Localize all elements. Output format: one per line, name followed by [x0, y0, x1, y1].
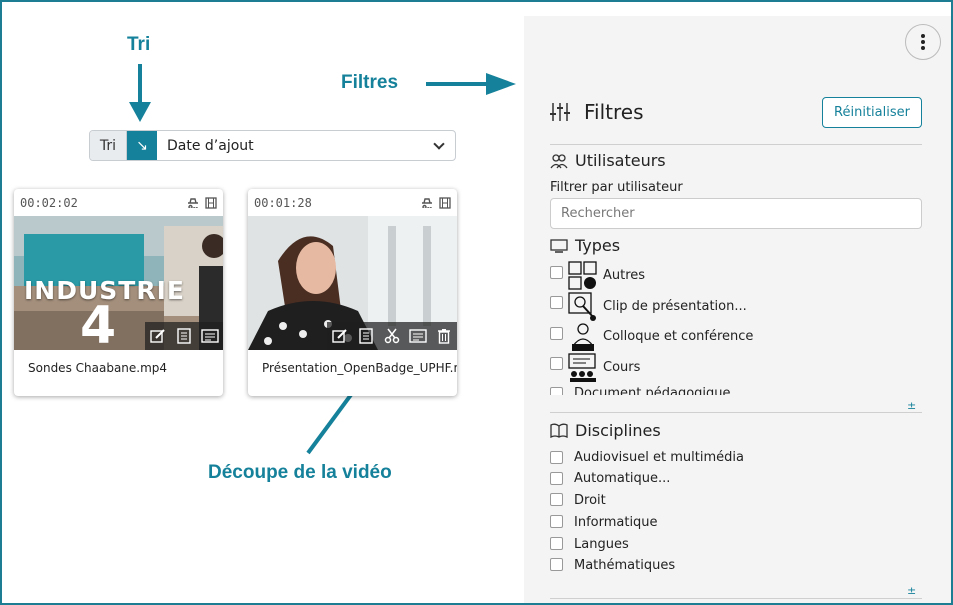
anonymous-icon — [188, 197, 198, 208]
arrow-down-right-icon: ↘ — [136, 137, 148, 154]
sort-control: Tri ↘ Date d’ajout — [89, 130, 456, 161]
video-title[interactable]: Présentation_OpenBadge_UPHF.m — [248, 350, 457, 386]
card-action-bar — [327, 322, 457, 350]
type-label: Autres — [603, 268, 646, 283]
types-section-title: Types — [550, 236, 620, 255]
annotation-arrow-right — [426, 73, 516, 95]
discipline-checkbox[interactable] — [550, 472, 563, 485]
shapes-icon — [568, 261, 597, 290]
divider — [550, 144, 922, 145]
users-filter-label: Filtrer par utilisateur — [550, 180, 683, 195]
type-checkbox[interactable] — [550, 296, 563, 309]
thumbnail-overlay-number: 4 — [80, 296, 117, 350]
video-card[interactable]: 00:02:02 INDUSTRIE 4 Sondes Chaabane.mp4 — [14, 189, 223, 396]
disciplines-section-title: Disciplines — [550, 421, 661, 440]
card-header: 00:02:02 — [14, 189, 223, 216]
divider — [550, 598, 922, 599]
discipline-checkbox[interactable] — [550, 451, 563, 464]
users-section-title: Utilisateurs — [550, 151, 666, 170]
scissors-icon[interactable] — [383, 327, 401, 345]
video-thumbnail[interactable]: INDUSTRIE 4 — [14, 216, 223, 350]
type-label: Cours — [603, 360, 641, 375]
conference-icon — [572, 323, 594, 351]
subtitles-icon[interactable] — [409, 327, 427, 345]
book-icon — [550, 423, 568, 438]
document-icon[interactable] — [357, 327, 375, 345]
discipline-label: Langues — [574, 537, 629, 552]
discipline-label: Audiovisuel et multimédia — [574, 450, 744, 465]
types-expand-button[interactable]: ± — [907, 399, 916, 412]
disciplines-list: Audiovisuel et multimédia Automatique...… — [542, 447, 932, 581]
discipline-label: Mathématiques — [574, 558, 676, 573]
discipline-label: Informatique — [574, 515, 658, 530]
type-checkbox[interactable] — [550, 357, 563, 370]
document-icon[interactable] — [175, 327, 193, 345]
video-card[interactable]: 00:01:28 Présentation_OpenBadge_UPHF.m — [248, 189, 457, 396]
annotation-tri: Tri — [127, 34, 151, 55]
trash-icon[interactable] — [435, 327, 453, 345]
annotation-arrow-down — [129, 64, 151, 122]
filters-title: Filtres — [584, 100, 644, 124]
user-search-input[interactable]: Rechercher — [550, 198, 922, 229]
more-options-button[interactable] — [905, 24, 941, 60]
sort-direction-button[interactable]: ↘ — [127, 131, 157, 160]
type-label: Colloque et conférence — [603, 329, 754, 344]
chevron-down-icon — [433, 137, 445, 150]
divider — [550, 412, 922, 413]
discipline-checkbox[interactable] — [550, 537, 563, 550]
type-label: Document pédagogique — [574, 386, 731, 395]
kebab-menu-icon — [921, 34, 925, 50]
type-checkbox[interactable] — [550, 266, 563, 279]
card-action-bar — [145, 322, 223, 350]
types-list: Autres Clip de présentation... Colloque … — [542, 258, 932, 395]
annotation-decoupe: Découpe de la vidéo — [208, 462, 392, 483]
monitor-icon — [550, 238, 568, 253]
types-section-label: Types — [575, 236, 621, 255]
film-icon — [205, 196, 217, 209]
discipline-label: Droit — [574, 493, 606, 508]
type-label: Clip de présentation... — [603, 299, 747, 314]
discipline-checkbox[interactable] — [550, 493, 563, 506]
video-duration: 00:02:02 — [20, 195, 78, 210]
disciplines-section-label: Disciplines — [575, 421, 661, 440]
video-duration: 00:01:28 — [254, 195, 312, 210]
video-title[interactable]: Sondes Chaabane.mp4 — [14, 350, 223, 386]
disciplines-expand-button[interactable]: ± — [907, 584, 916, 597]
sort-label: Tri — [90, 131, 127, 160]
users-icon — [550, 153, 568, 168]
screenshot-frame: Tri Filtres Découpe de la vidéo Tri ↘ Da… — [0, 0, 953, 605]
classroom-icon — [568, 353, 596, 382]
filters-header: Filtres — [550, 100, 644, 124]
type-checkbox[interactable] — [550, 327, 563, 340]
annotation-filtres: Filtres — [341, 72, 399, 93]
presentation-clip-icon — [568, 292, 596, 321]
reset-filters-button[interactable]: Réinitialiser — [822, 97, 922, 128]
discipline-checkbox[interactable] — [550, 515, 563, 528]
anonymous-icon — [422, 197, 432, 208]
film-icon — [439, 196, 451, 209]
edit-icon[interactable] — [149, 327, 167, 345]
subtitles-icon[interactable] — [201, 327, 219, 345]
card-header: 00:01:28 — [248, 189, 457, 216]
users-section-label: Utilisateurs — [575, 151, 666, 170]
discipline-checkbox[interactable] — [550, 558, 563, 571]
sliders-icon — [550, 103, 570, 121]
edit-icon[interactable] — [331, 327, 349, 345]
type-checkbox[interactable] — [550, 387, 563, 395]
sort-select[interactable]: Date d’ajout — [157, 131, 455, 160]
video-thumbnail[interactable] — [248, 216, 457, 350]
sort-selected-value: Date d’ajout — [167, 137, 254, 154]
discipline-label: Automatique... — [574, 471, 671, 486]
